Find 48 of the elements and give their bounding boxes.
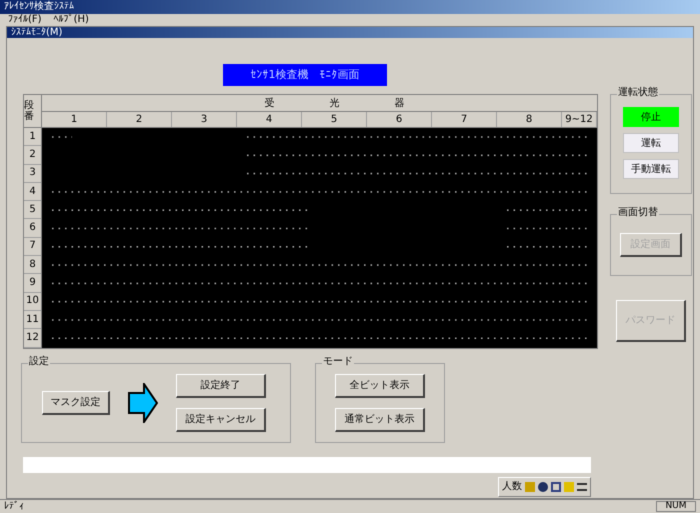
column-group-header: 器 [394, 97, 406, 111]
row-number: 7 [24, 238, 41, 256]
group-title: モード [322, 356, 354, 367]
run-state-indicator: 手動運転 [623, 159, 679, 179]
window-title: ｱﾚｲｾﾝｻ検査ｼｽﾃﾑ [4, 1, 74, 13]
row-number: 8 [24, 256, 41, 274]
toolbar-label: 人数 [502, 482, 522, 492]
row-header: 段番 [24, 95, 42, 127]
column-header: 9~12 [562, 112, 597, 127]
mask-settings-button[interactable]: マスク設定 [42, 390, 110, 415]
menu-item[interactable]: ﾌｧｲﾙ(F) [8, 15, 42, 25]
arrow-icon [128, 382, 158, 423]
group-title: 運転状態 [617, 88, 659, 98]
column-header: 3 [172, 112, 237, 127]
column-header: 5 [302, 112, 367, 127]
banner: ｾﾝｻ1検査機 ﾓﾆﾀ画面 [223, 64, 387, 86]
column-header: 1 [42, 112, 107, 127]
settings-action-button[interactable]: 設定キャンセル [176, 408, 266, 432]
child-window-title: ｼｽﾃﾑﾓﾆﾀ(M) [11, 28, 62, 38]
row-number: 4 [24, 182, 41, 202]
row-number: 12 [24, 329, 41, 348]
column-group-header: 受 [264, 96, 276, 111]
status-indicator: NUM [656, 501, 696, 512]
row-number: 6 [24, 219, 41, 238]
column-group-header: 光 [328, 96, 340, 111]
row-number: 10 [24, 292, 41, 311]
run-state-indicator: 運転 [623, 133, 679, 153]
row-number: 1 [24, 128, 41, 146]
row-number: 9 [24, 274, 41, 293]
mode-button[interactable]: 全ビット表示 [335, 374, 425, 398]
group-title: 画面切替 [617, 208, 659, 218]
status-text: ﾚﾃﾞｨ [4, 502, 24, 512]
column-header: 2 [107, 112, 172, 127]
lines-icon[interactable] [577, 482, 587, 491]
settings-action-button[interactable]: 設定終了 [176, 374, 266, 398]
message-field[interactable] [23, 456, 591, 473]
column-header: 4 [237, 112, 302, 127]
menu-item[interactable]: ﾍﾙﾌﾟ(H) [54, 15, 89, 25]
column-header: 7 [432, 112, 497, 127]
row-number: 3 [24, 164, 41, 183]
row-number: 11 [24, 310, 41, 330]
column-header: 6 [367, 112, 432, 127]
run-state-indicator: 停止 [623, 107, 679, 127]
mode-button[interactable]: 通常ビット表示 [335, 408, 425, 432]
row-number: 2 [24, 146, 41, 165]
group-title: 設定 [28, 356, 50, 367]
column-header: 8 [497, 112, 562, 127]
row-number: 5 [24, 201, 41, 220]
